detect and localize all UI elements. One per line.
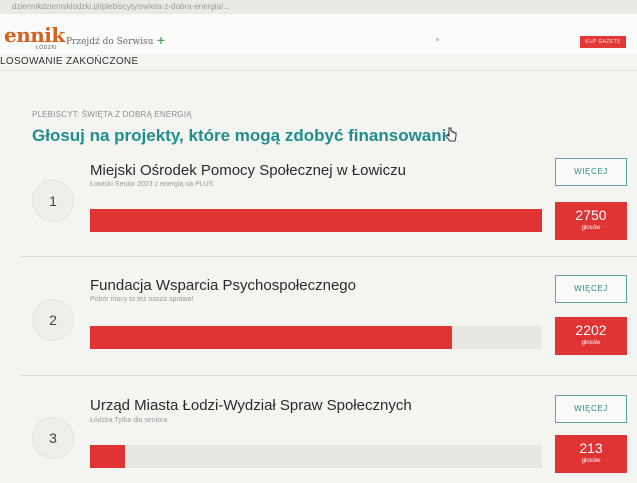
- vote-progress-fill: [90, 445, 125, 468]
- divider-dot: [436, 38, 439, 41]
- vote-progress-bar: [90, 445, 542, 468]
- vote-unit: głosów: [581, 458, 601, 464]
- vote-unit: głosów: [581, 225, 601, 231]
- screen: dziennikdzienniklodzki.pl/plebiscyty/swi…: [0, 0, 637, 483]
- site-logo-subtext: ŁÓDZKI: [36, 45, 58, 51]
- vote-progress-fill: [90, 209, 542, 232]
- project-subtitle: Łódzka Tytka dla seniora: [90, 417, 168, 424]
- entry-divider: [20, 256, 637, 257]
- more-button[interactable]: WIĘCEJ: [555, 395, 627, 423]
- vote-count: 2202: [575, 322, 607, 338]
- plus-icon: +: [156, 34, 166, 47]
- project-name[interactable]: Urząd Miasta Łodzi-Wydział Spraw Społecz…: [90, 397, 412, 414]
- page-title: Głosuj na projekty, które mogą zdobyć fi…: [32, 126, 456, 145]
- vote-progress-fill: [90, 326, 452, 349]
- more-button[interactable]: WIĘCEJ: [555, 158, 627, 186]
- voting-status: LOSOWANIE ZAKOŃCZONE: [0, 56, 139, 67]
- list-item: 1 Miejski Ośrodek Pomocy Społecznej w Ło…: [0, 150, 637, 268]
- hand-cursor-icon: [445, 127, 457, 142]
- buy-newspaper-button[interactable]: KUP GAZETĘ: [580, 36, 626, 48]
- project-subtitle: Łowicki Senior 2023 z energią na PLUS: [90, 181, 214, 188]
- go-to-service-label: Przejdź do Serwisu: [66, 37, 154, 47]
- list-item: 2 Fundacja Wsparcia Psychospołecznego Po…: [0, 265, 637, 383]
- go-to-service-link[interactable]: Przejdź do Serwisu +: [66, 34, 166, 47]
- more-button[interactable]: WIĘCEJ: [555, 275, 627, 303]
- site-header: ennik ŁÓDZKI Przejdź do Serwisu + KUP GAZ…: [0, 14, 637, 54]
- vote-progress-bar: [90, 209, 542, 232]
- rank-badge: 2: [32, 299, 74, 341]
- entry-divider: [20, 375, 637, 376]
- project-subtitle: Pobór mocy to też nasza sprawa!: [90, 296, 194, 303]
- site-logo[interactable]: ennik: [4, 25, 65, 45]
- vote-count: 213: [579, 440, 603, 456]
- url-bar[interactable]: dziennikdzienniklodzki.pl/plebiscyty/swi…: [0, 0, 637, 14]
- vote-count: 2750: [575, 207, 607, 223]
- list-item: 3 Urząd Miasta Łodzi-Wydział Spraw Społe…: [0, 385, 637, 483]
- vote-progress-bar: [90, 326, 542, 349]
- rank-badge: 1: [32, 180, 74, 222]
- project-name[interactable]: Fundacja Wsparcia Psychospołecznego: [90, 277, 356, 294]
- vote-count-box[interactable]: 2202 głosów: [555, 317, 627, 355]
- rank-badge: 3: [32, 417, 74, 459]
- breadcrumb[interactable]: PLEBISCYT: ŚWIĘTA Z DOBRĄ ENERGIĄ: [32, 110, 192, 119]
- vote-unit: głosów: [581, 340, 601, 346]
- vote-count-box[interactable]: 213 głosów: [555, 435, 627, 473]
- vote-count-box[interactable]: 2750 głosów: [555, 202, 627, 240]
- project-name[interactable]: Miejski Ośrodek Pomocy Społecznej w Łowi…: [90, 162, 406, 179]
- header-divider: [0, 70, 637, 71]
